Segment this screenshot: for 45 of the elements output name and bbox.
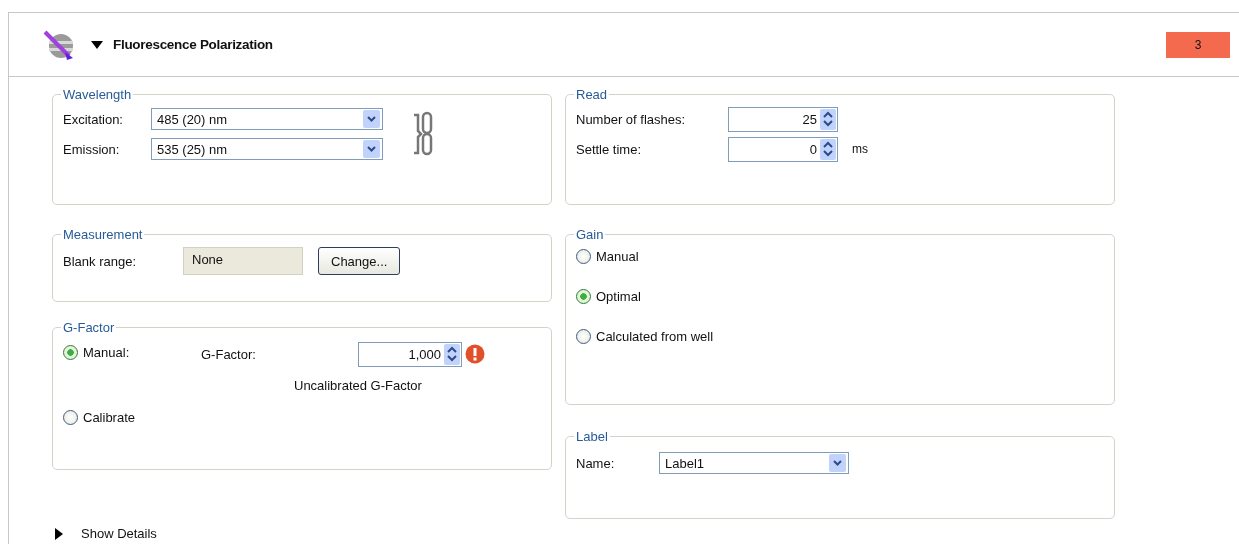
- group-title: G-Factor: [62, 320, 116, 335]
- up-down-arrows-icon: [820, 108, 836, 130]
- dropdown[interactable]: 485 (20) nm: [151, 108, 383, 130]
- radio-button[interactable]: [576, 329, 591, 344]
- link-chain-icon[interactable]: [413, 111, 433, 157]
- group-title: Wavelength: [62, 87, 133, 102]
- number-spinner[interactable]: 0: [728, 136, 838, 162]
- radio-button[interactable]: [576, 249, 591, 264]
- caret-icon: [829, 454, 846, 472]
- unit-label: ms: [852, 142, 868, 156]
- field-label: Settle time:: [576, 141, 643, 157]
- group-title: Read: [575, 87, 609, 102]
- up-down-arrows-icon: [444, 343, 460, 365]
- dropdown[interactable]: Label1: [659, 452, 849, 474]
- radio-button[interactable]: [63, 345, 78, 360]
- blank-range-field: None: [183, 247, 303, 275]
- radio-button[interactable]: [576, 289, 591, 304]
- radio-button[interactable]: [63, 410, 78, 425]
- number-spinner[interactable]: 25: [728, 106, 838, 132]
- caret-icon: [363, 140, 380, 158]
- step-badge: 3: [1166, 31, 1230, 58]
- radio-label[interactable]: Calculated from well: [596, 329, 714, 344]
- field-label: Emission:: [63, 141, 121, 157]
- radio-label[interactable]: Manual: [596, 249, 639, 264]
- group-title: Label: [575, 429, 609, 444]
- field-label: G-Factor:: [201, 346, 257, 362]
- radio-label[interactable]: Optimal: [596, 289, 641, 304]
- section-title: Fluorescence Polarization: [113, 37, 273, 52]
- change-button[interactable]: Change...: [318, 247, 401, 275]
- dropdown[interactable]: 535 (25) nm: [151, 138, 383, 160]
- field-label: Number of flashes:: [576, 111, 687, 127]
- group-title: Measurement: [62, 227, 144, 242]
- field-label: Excitation:: [63, 111, 124, 127]
- expand-arrow-icon[interactable]: [55, 527, 63, 540]
- number-spinner[interactable]: 1,000: [358, 341, 462, 367]
- radio-label[interactable]: Calibrate: [83, 410, 136, 425]
- caret-icon: [363, 110, 380, 128]
- group-title: Gain: [575, 227, 605, 242]
- radio-label[interactable]: Manual:: [83, 345, 130, 360]
- collapse-arrow-icon[interactable]: [91, 40, 103, 49]
- field-label: Name:: [576, 455, 616, 471]
- field-label: Blank range:: [63, 253, 136, 269]
- up-down-arrows-icon: [820, 138, 836, 160]
- show-details-link[interactable]: Show Details: [81, 526, 157, 541]
- status-note: Uncalibrated G-Factor: [294, 377, 422, 393]
